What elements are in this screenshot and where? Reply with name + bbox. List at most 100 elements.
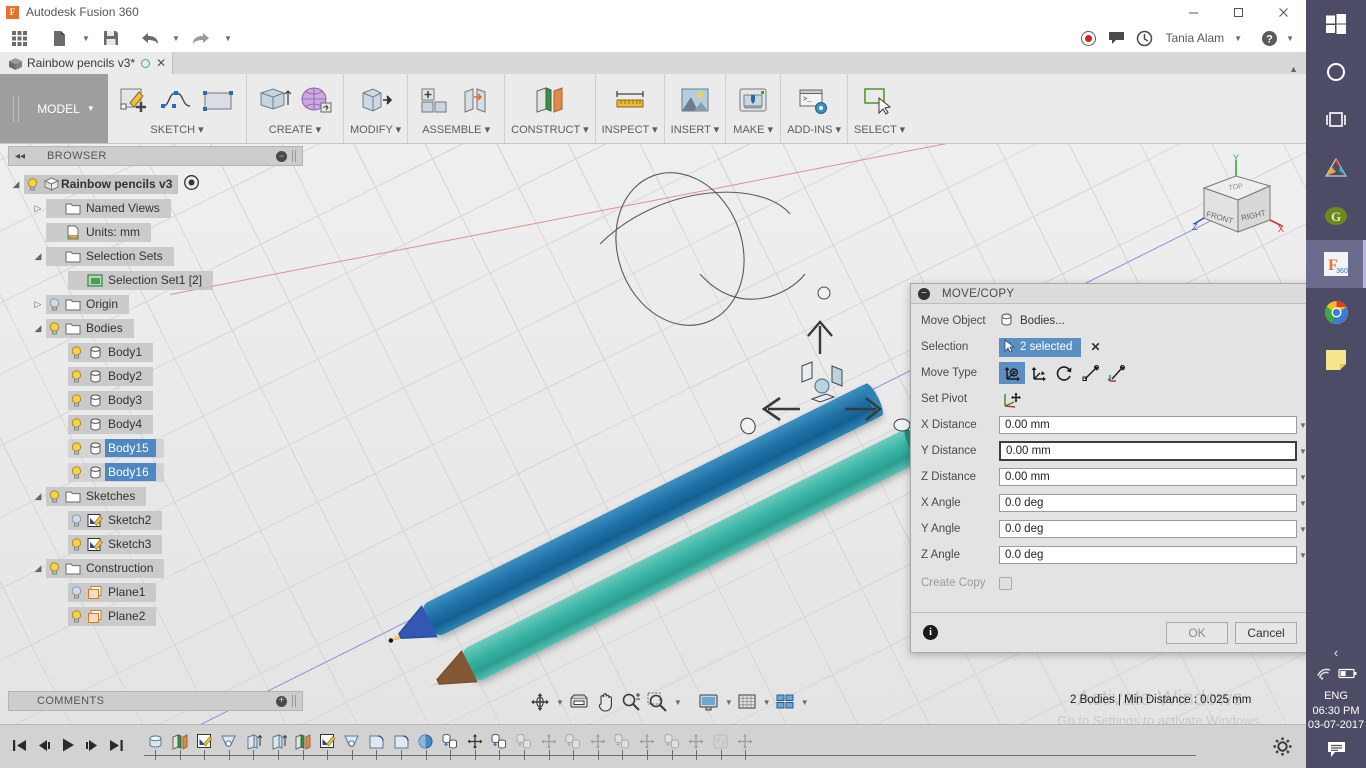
expand-arrow-icon[interactable]: ◢ [30, 323, 46, 334]
tray-expand-chevron-icon[interactable]: ‹ [1306, 641, 1366, 664]
document-tab[interactable]: Rainbow pencils v3* ✕ [0, 52, 174, 74]
x-angle-input[interactable]: 0.0 deg [999, 494, 1297, 512]
autodesk-icon[interactable] [1306, 144, 1366, 192]
cancel-button[interactable]: Cancel [1235, 621, 1297, 644]
visibility-bulb-icon[interactable] [68, 345, 85, 359]
tree-row-hit[interactable]: Plane1 [68, 582, 157, 602]
ribbon-group-label-create[interactable]: CREATE ▾ [269, 121, 321, 136]
extrude-icon[interactable] [255, 81, 293, 121]
tree-row-selection-sets[interactable]: ◢ Selection Sets [8, 244, 303, 268]
expand-arrow-icon[interactable]: ◢ [8, 179, 24, 190]
visibility-bulb-icon[interactable] [46, 297, 63, 311]
workspace-switcher-button[interactable]: MODEL ▼ [0, 74, 108, 143]
tree-row-hit[interactable]: Sketch3 [68, 534, 163, 554]
spline-icon[interactable] [158, 81, 196, 121]
ribbon-group-label-assemble[interactable]: ASSEMBLE ▾ [422, 121, 490, 136]
tree-row-hit[interactable]: Selection Set1 [2] [68, 270, 214, 290]
tree-row-hit[interactable]: Body2 [68, 366, 154, 386]
grid-snaps-icon[interactable] [735, 691, 759, 713]
tree-row-hit[interactable]: Body3 [68, 390, 154, 410]
new-document-dropdown[interactable]: ▼ [72, 26, 98, 50]
dialog-titlebar[interactable]: − MOVE/COPY [911, 284, 1309, 304]
tree-row-hit[interactable]: Body1 [68, 342, 154, 362]
visibility-bulb-icon[interactable] [68, 609, 85, 623]
expand-arrow-icon[interactable]: ◢ [30, 251, 46, 262]
tree-row-hit[interactable]: Origin [46, 294, 130, 314]
point-to-position-icon[interactable] [1103, 362, 1129, 384]
insert-image-icon[interactable] [676, 81, 714, 121]
pivot-axis-icon[interactable] [999, 388, 1025, 410]
browser-collapse-icon[interactable]: ◂◂ [15, 151, 25, 162]
y-distance-input[interactable]: 0.00 mm [999, 441, 1297, 461]
windows-start-icon[interactable] [1306, 0, 1366, 48]
chrome-icon[interactable] [1306, 288, 1366, 336]
visibility-bulb-icon[interactable] [24, 177, 41, 191]
grammarly-icon[interactable]: G [1306, 192, 1366, 240]
document-sync-icon[interactable] [141, 58, 151, 68]
visibility-bulb-icon[interactable] [68, 537, 85, 551]
grid-apps-icon[interactable] [6, 26, 32, 50]
tree-row-body4[interactable]: Body4 [8, 412, 303, 436]
ribbon-group-label-sketch[interactable]: SKETCH ▾ [150, 121, 203, 136]
grid-snaps-caret[interactable]: ▼ [763, 698, 771, 707]
browser-resize-grip[interactable] [292, 150, 296, 162]
tree-row-body2[interactable]: Body2 [8, 364, 303, 388]
browser-minimize-icon[interactable]: − [276, 150, 287, 162]
visibility-bulb-icon[interactable] [68, 513, 85, 527]
fit-dropdown-caret[interactable]: ▼ [674, 698, 682, 707]
notification-icon[interactable] [1306, 732, 1366, 768]
selection-chip[interactable]: 2 selected [999, 337, 1082, 357]
view-cube[interactable]: TOP FRONT RIGHT Y X Z [1192, 154, 1288, 246]
gear-icon[interactable] [1273, 737, 1292, 759]
point-to-point-icon[interactable] [1077, 362, 1103, 384]
move-object-value[interactable]: Bodies... [999, 312, 1065, 330]
clock-date[interactable]: 03-07-2017 [1306, 718, 1366, 732]
save-icon[interactable] [98, 26, 124, 50]
new-document-icon[interactable] [46, 26, 72, 50]
y-angle-input[interactable]: 0.0 deg [999, 520, 1297, 538]
visibility-bulb-icon[interactable] [68, 441, 85, 455]
visibility-bulb-icon[interactable] [46, 489, 63, 503]
viewports-caret[interactable]: ▼ [801, 698, 809, 707]
zoom-icon[interactable] [619, 691, 643, 713]
record-icon[interactable] [1075, 26, 1101, 50]
help-icon[interactable]: ? [1256, 26, 1282, 50]
rotate-icon[interactable] [1051, 362, 1077, 384]
tree-row-hit[interactable]: Plane2 [68, 606, 157, 626]
create-copy-checkbox[interactable] [999, 576, 1012, 590]
new-component-icon[interactable] [416, 81, 454, 121]
look-at-icon[interactable] [566, 691, 592, 713]
step-back-icon[interactable] [36, 738, 51, 756]
z-distance-input[interactable]: 0.00 mm [999, 468, 1297, 486]
history-icon[interactable] [1131, 26, 1157, 50]
comments-resize-grip[interactable] [292, 695, 296, 707]
undo-dropdown[interactable]: ▼ [162, 26, 188, 50]
display-settings-icon[interactable] [696, 691, 721, 713]
clear-selection-icon[interactable]: ✕ [1090, 340, 1100, 354]
step-forward-icon[interactable] [85, 738, 100, 756]
visibility-bulb-icon[interactable] [68, 393, 85, 407]
skip-start-icon[interactable] [12, 738, 27, 756]
visibility-bulb-icon[interactable] [46, 561, 63, 575]
close-button[interactable] [1261, 0, 1306, 24]
display-settings-caret[interactable]: ▼ [725, 698, 733, 707]
tabstrip-collapse-caret[interactable]: ▲ [1289, 64, 1298, 74]
tree-row-plane1[interactable]: Plane1 [8, 580, 303, 604]
ribbon-group-label-construct[interactable]: CONSTRUCT ▾ [511, 121, 588, 136]
sticky-notes-icon[interactable] [1306, 336, 1366, 384]
3d-print-icon[interactable] [734, 81, 772, 121]
translate-icon[interactable] [1025, 362, 1051, 384]
tree-row-hit[interactable]: Selection Sets [46, 246, 174, 266]
tree-row-hit[interactable]: Units: mm [46, 222, 151, 242]
add-comment-icon[interactable]: + [276, 695, 287, 707]
play-icon[interactable] [60, 737, 76, 756]
battery-icon[interactable] [1337, 668, 1357, 682]
visibility-bulb-icon[interactable] [46, 321, 63, 335]
timeline-features[interactable] [136, 725, 1306, 768]
tree-row-origin[interactable]: ▷ Origin [8, 292, 303, 316]
tree-row-body1[interactable]: Body1 [8, 340, 303, 364]
maximize-button[interactable] [1216, 0, 1261, 24]
tree-row-bodies[interactable]: ◢ Bodies [8, 316, 303, 340]
tree-row-hit[interactable]: Body4 [68, 414, 154, 434]
tree-row-named-views[interactable]: ▷ Named Views [8, 196, 303, 220]
